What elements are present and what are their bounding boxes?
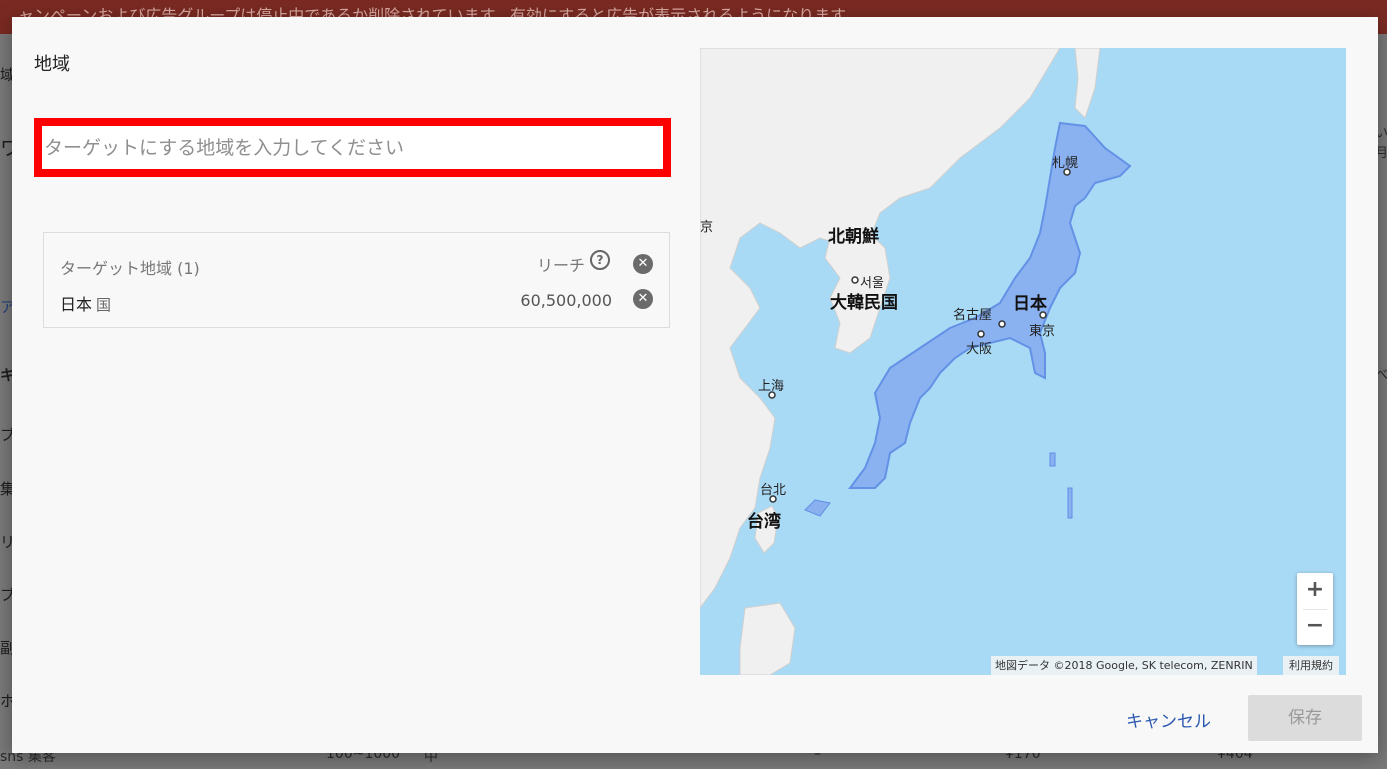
location-type: 国 [96,296,112,314]
background-left-edge: 域 ワ ア キ ブ 集 リ ブ 副 ホ [0,34,20,769]
map-terms-link[interactable]: 利用規約 [1283,656,1339,675]
remove-location-icon[interactable]: ✕ [633,289,653,309]
location-search-box [34,118,671,177]
map-label-north-korea: 北朝鮮 [828,227,879,247]
map-label-tokyo: 東京 [1029,324,1056,339]
map-label-taiwan: 台湾 [747,512,781,532]
zoom-out-button[interactable]: − [1297,609,1333,645]
map-label-shanghai: 上海 [758,379,785,394]
map-zoom-control: + − [1297,573,1333,645]
remove-all-icon[interactable]: ✕ [633,254,653,274]
zoom-in-button[interactable]: + [1297,573,1333,609]
map-label-south-korea: 大韓民国 [830,293,898,313]
location-row-name: 日本国 [60,291,111,315]
location-search-input[interactable] [42,126,663,169]
map-label-edge: 京 [700,220,714,235]
map-label-nagoya: 名古屋 [953,308,993,323]
map-label-sapporo: 札幌 [1052,156,1079,171]
map-view[interactable]: 京 北朝鮮 서울 大韓民国 札幌 名古屋 日本 東京 大阪 上海 台北 台湾 +… [700,48,1346,675]
help-icon[interactable]: ? [590,250,610,270]
map-attribution: 地図データ ©2018 Google, SK telecom, ZENRIN [991,656,1257,675]
reach-column-label: リーチ [536,256,585,275]
map-label-osaka: 大阪 [966,342,993,357]
targeted-locations-header: ターゲット地域 (1) [60,259,200,278]
targeted-locations-panel: ターゲット地域 (1) リーチ ? ✕ 日本国 60,500,000 ✕ [43,232,670,328]
map-label-japan: 日本 [1013,294,1047,314]
save-button[interactable]: 保存 [1248,695,1362,741]
location-name: 日本 [60,295,93,314]
modal-title: 地域 [34,54,70,75]
cancel-button[interactable]: キャンセル [1126,707,1211,732]
location-reach: 60,500,000 [520,291,612,310]
map-label-taipei: 台北 [760,483,787,498]
map-graphic [700,48,1132,675]
location-modal: 地域 ターゲット地域 (1) リーチ ? ✕ 日本国 60,500,000 ✕ [12,17,1378,753]
